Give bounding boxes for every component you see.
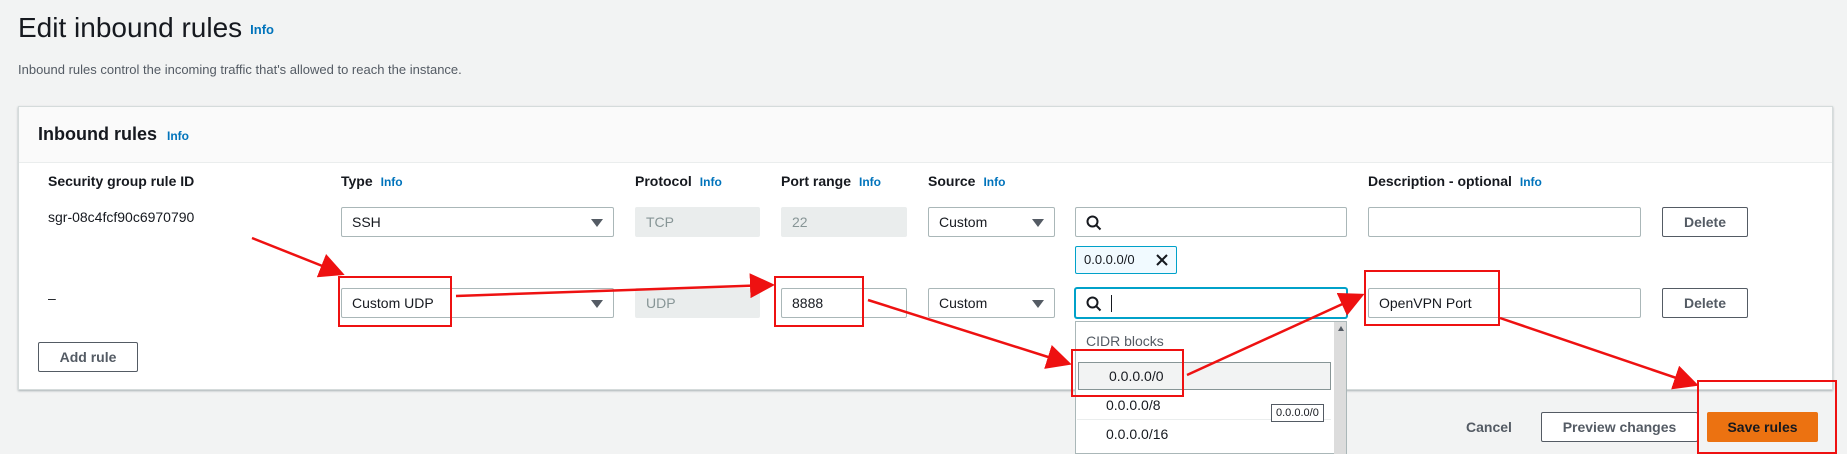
annotation-arrows [251,236,1699,390]
arrow-to-save [1499,316,1699,390]
arrow-to-type [251,236,345,278]
arrow-to-port [455,273,775,299]
arrow-to-cidr [867,298,1072,369]
arrow-to-description [1186,292,1365,377]
